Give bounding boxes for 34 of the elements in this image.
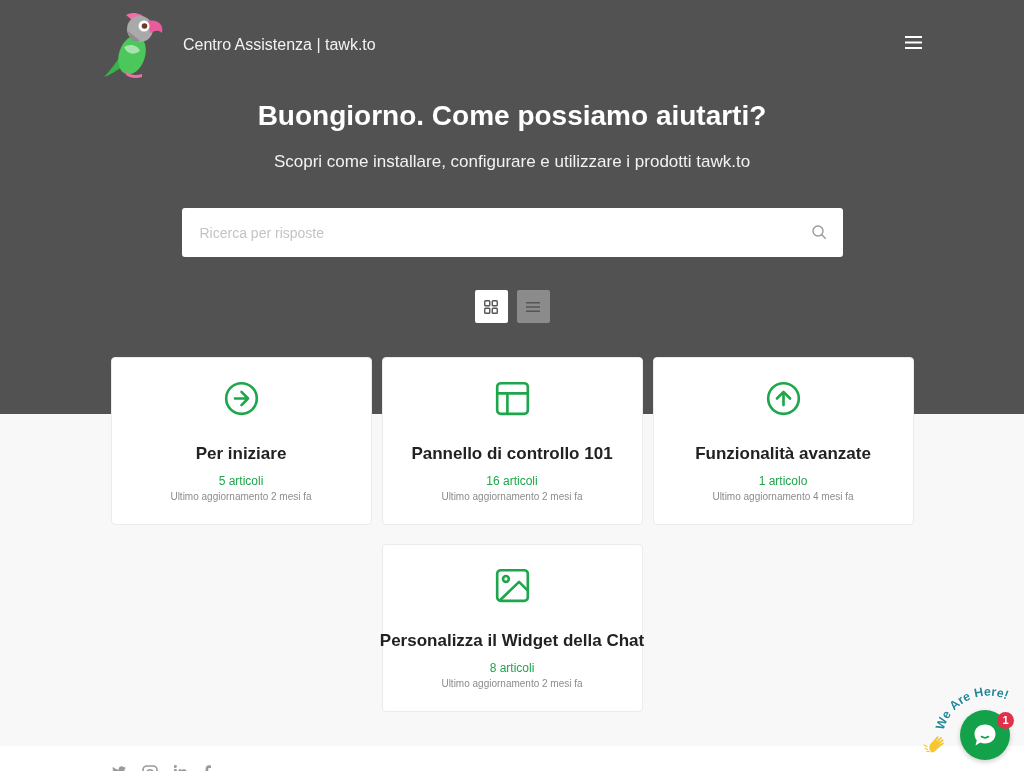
list-view-button[interactable] <box>516 290 550 323</box>
last-updated: Ultimo aggiornamento 2 mesi fa <box>170 490 312 503</box>
arrow-up-circle-icon <box>765 381 801 416</box>
grid-icon <box>484 299 498 314</box>
last-updated: Ultimo aggiornamento 2 mesi fa <box>441 677 583 690</box>
arrow-right-circle-icon <box>223 381 259 416</box>
article-count: 8 articoli <box>489 661 535 676</box>
category-title: Pannello di controllo 101 <box>411 444 613 464</box>
hero-subheading: Scopri come installare, configurare e utilizzare i prodotti tawk.to <box>273 152 751 172</box>
article-count: 5 articoli <box>218 474 264 489</box>
category-card[interactable]: Pannello di controllo 101 16 articoli Ultimo aggiornamento 2 mesi fa <box>381 357 643 525</box>
layout-icon <box>494 381 530 416</box>
site-title[interactable]: Centro Assistenza | tawk.to <box>183 36 376 54</box>
greeting-word: Are <box>946 689 973 713</box>
chat-bubble-icon <box>973 723 997 747</box>
category-card[interactable]: Per iniziare 5 articoli Ultimo aggiornamento 2 mesi fa <box>110 357 372 525</box>
search-icon[interactable] <box>811 225 826 239</box>
article-count: 16 articoli <box>486 474 538 489</box>
category-title: Funzionalità avanzate <box>695 444 871 464</box>
category-card[interactable]: Funzionalità avanzate 1 articolo Ultimo aggiornamento 4 mesi fa <box>652 357 914 525</box>
category-title: Personalizza il Widget della Chat <box>379 631 645 651</box>
search-field[interactable]: Ricerca per risposte <box>181 208 843 257</box>
menu-button[interactable] <box>905 36 922 49</box>
hero-heading: Buongiorno. Come possiamo aiutarti? <box>257 99 767 133</box>
greeting-word: Here! <box>973 684 1011 703</box>
image-icon <box>494 568 530 603</box>
menu-icon <box>905 36 922 49</box>
article-count: 1 articolo <box>758 474 808 489</box>
grid-view-button[interactable] <box>474 290 508 323</box>
last-updated: Ultimo aggiornamento 4 mesi fa <box>712 490 854 503</box>
list-icon <box>526 301 540 312</box>
category-title: Per iniziare <box>195 444 287 464</box>
last-updated: Ultimo aggiornamento 2 mesi fa <box>441 490 583 503</box>
category-card[interactable]: Personalizza il Widget della Chat 8 articoli Ultimo aggiornamento 2 mesi fa <box>381 544 643 712</box>
